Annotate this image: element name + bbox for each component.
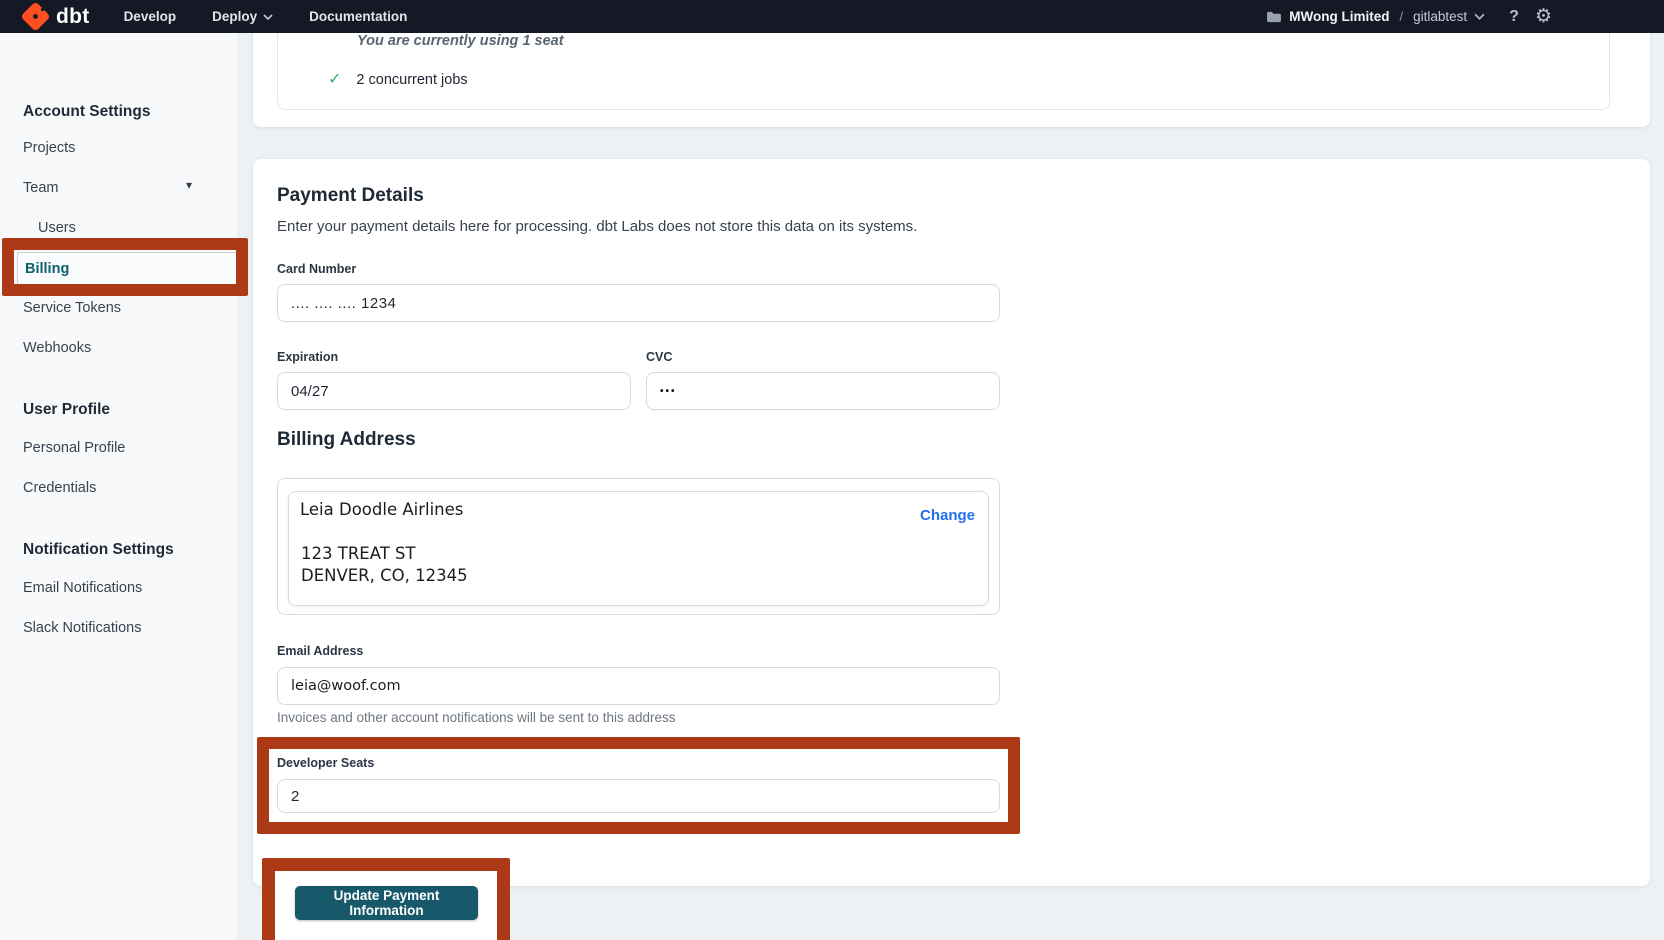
sidebar-item-service-tokens[interactable]: Service Tokens (23, 298, 121, 318)
folder-icon (1266, 10, 1282, 23)
cvc-masked-value: ••• (660, 386, 677, 397)
payment-details-card: Payment Details Enter your payment detai… (253, 159, 1650, 886)
sidebar-item-team[interactable]: Team (23, 178, 58, 198)
account-menu[interactable]: MWong Limited (1266, 9, 1389, 24)
dbt-logo-icon (22, 3, 49, 30)
nav-item-deploy[interactable]: Deploy (212, 9, 273, 24)
sidebar-item-webhooks[interactable]: Webhooks (23, 338, 91, 358)
email-address-label: Email Address (277, 644, 363, 658)
project-menu[interactable]: gitlabtest (1413, 9, 1485, 24)
chevron-down-icon (263, 14, 273, 20)
billing-address-city: DENVER, CO, 12345 (301, 565, 468, 587)
sidebar-item-email-notifications[interactable]: Email Notifications (23, 578, 142, 598)
sidebar-heading-account-settings: Account Settings (23, 102, 150, 122)
card-number-input[interactable] (277, 284, 1000, 322)
chevron-down-icon (1474, 13, 1485, 20)
nav-item-documentation[interactable]: Documentation (309, 9, 407, 24)
help-button[interactable]: ? (1509, 8, 1519, 26)
payment-details-title: Payment Details (277, 185, 424, 207)
sidebar-item-credentials[interactable]: Credentials (23, 478, 96, 498)
developer-seats-input[interactable] (277, 779, 1000, 813)
update-payment-button[interactable]: Update Payment Information (295, 886, 478, 920)
sidebar-item-users[interactable]: Users (38, 218, 76, 238)
navbar-menu: Develop Deploy Documentation (124, 9, 408, 24)
dbt-wordmark: dbt (56, 6, 90, 27)
nav-item-develop[interactable]: Develop (124, 9, 177, 24)
card-number-label: Card Number (277, 262, 356, 276)
developer-seats-label: Developer Seats (277, 756, 374, 770)
billing-address-name: Leia Doodle Airlines (300, 500, 463, 519)
payment-details-description: Enter your payment details here for proc… (277, 218, 917, 235)
seat-usage-note: You are currently using 1 seat (357, 32, 564, 51)
settings-gear-icon[interactable]: ⚙ (1535, 7, 1552, 26)
path-separator: / (1400, 9, 1404, 24)
sidebar-item-projects[interactable]: Projects (23, 138, 75, 158)
email-address-input[interactable] (277, 667, 1000, 705)
billing-address-street: 123 TREAT ST (301, 543, 468, 565)
expiration-input[interactable] (277, 372, 631, 410)
billing-address-title: Billing Address (277, 429, 416, 451)
concurrent-jobs-label: 2 concurrent jobs (356, 72, 467, 88)
navbar-right: MWong Limited / gitlabtest ? ⚙ (1266, 0, 1552, 33)
project-name: gitlabtest (1413, 9, 1467, 24)
email-helper-text: Invoices and other account notifications… (277, 710, 675, 725)
sidebar-item-billing-label: Billing (25, 261, 69, 277)
billing-address-lines: 123 TREAT ST DENVER, CO, 12345 (301, 543, 468, 586)
sidebar-item-billing[interactable]: Billing (17, 252, 239, 286)
top-navbar: dbt Develop Deploy Documentation MWong L… (0, 0, 1664, 33)
sidebar-item-slack-notifications[interactable]: Slack Notifications (23, 618, 141, 638)
settings-sidebar: Account Settings Projects Team ▾ Users B… (0, 33, 238, 940)
account-name: MWong Limited (1289, 9, 1389, 24)
concurrent-jobs-row: ✓ 2 concurrent jobs (328, 72, 468, 88)
cvc-label: CVC (646, 350, 672, 364)
sidebar-item-personal-profile[interactable]: Personal Profile (23, 438, 125, 458)
billing-address-panel: Leia Doodle Airlines Change 123 TREAT ST… (288, 491, 989, 606)
dbt-cloud-billing-page: You are currently using 1 seat ✓ 2 concu… (0, 0, 1664, 940)
sidebar-heading-notification-settings: Notification Settings (23, 540, 174, 560)
billing-address-box: Leia Doodle Airlines Change 123 TREAT ST… (277, 478, 1000, 615)
check-icon: ✓ (328, 72, 341, 88)
expiration-label: Expiration (277, 350, 338, 364)
change-address-link[interactable]: Change (920, 507, 975, 524)
dbt-logo[interactable]: dbt (22, 3, 90, 30)
sidebar-heading-user-profile: User Profile (23, 400, 110, 420)
cvc-input[interactable]: ••• (646, 372, 1000, 410)
caret-down-icon[interactable]: ▾ (186, 178, 192, 192)
